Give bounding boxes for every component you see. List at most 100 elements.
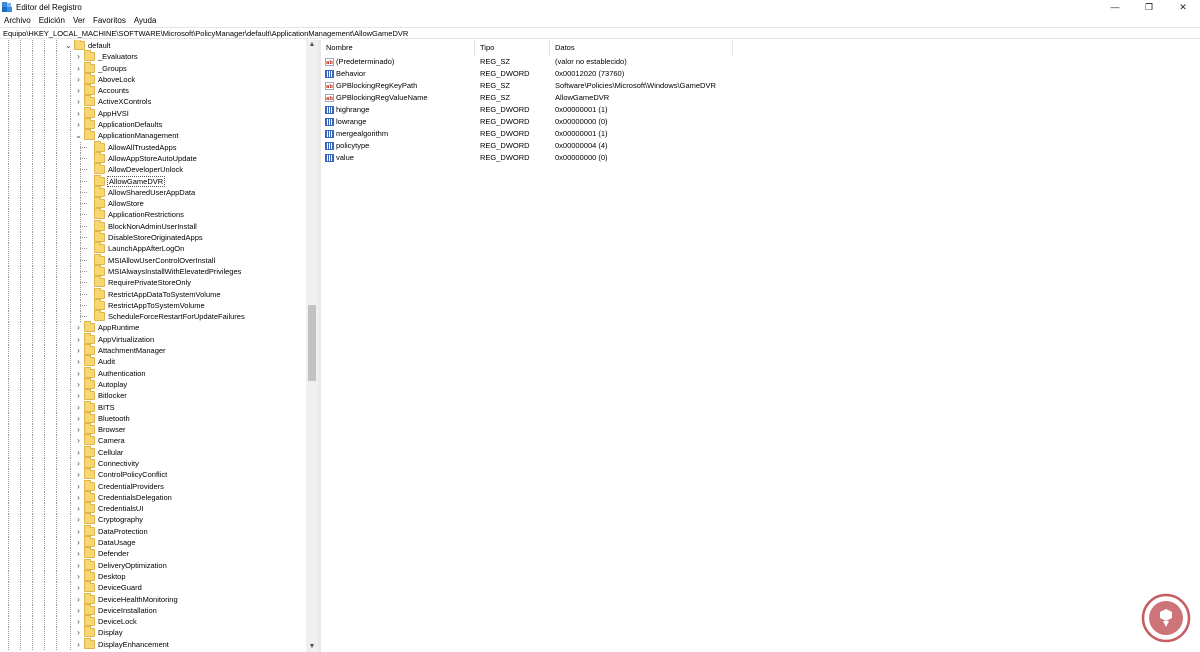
- tree-item[interactable]: AllowSharedUserAppData: [0, 185, 306, 199]
- tree-item-label[interactable]: ActiveXControls: [97, 96, 152, 107]
- tree-item[interactable]: › CredentialProviders: [0, 479, 306, 492]
- tree-item-label[interactable]: AppHVSI: [97, 108, 130, 119]
- tree-item[interactable]: ⌄ ApplicationManagement: [0, 129, 306, 142]
- tree-item[interactable]: AllowAllTrustedApps: [0, 140, 306, 153]
- chevron-right-icon[interactable]: ›: [74, 86, 83, 95]
- tree-item[interactable]: ⌄ default: [0, 40, 306, 52]
- value-name[interactable]: (Predeterminado): [336, 56, 394, 68]
- chevron-right-icon[interactable]: ›: [74, 75, 83, 84]
- tree-item[interactable]: › Display: [0, 626, 306, 639]
- chevron-right-icon[interactable]: ›: [74, 436, 83, 445]
- tree-item-label[interactable]: ApplicationManagement: [97, 130, 179, 141]
- tree-item[interactable]: › Connectivity: [0, 456, 306, 470]
- tree-item-label[interactable]: AppVirtualization: [97, 334, 155, 345]
- chevron-right-icon[interactable]: ›: [74, 425, 83, 434]
- tree-item-label[interactable]: Bitlocker: [97, 390, 128, 401]
- tree-item[interactable]: › AboveLock: [0, 72, 306, 86]
- tree-item[interactable]: AllowStore: [0, 197, 306, 210]
- tree-item[interactable]: MSIAllowUserControlOverInstall: [0, 253, 306, 266]
- tree-item[interactable]: › Autoplay: [0, 377, 306, 391]
- chevron-right-icon[interactable]: ›: [74, 482, 83, 491]
- tree-item[interactable]: RestrictAppToSystemVolume: [0, 298, 306, 312]
- menu-edicion[interactable]: Edición: [35, 16, 69, 25]
- tree-item-label[interactable]: Connectivity: [97, 458, 140, 469]
- tree-scrollbar[interactable]: ▲ ▼: [306, 40, 318, 652]
- value-name[interactable]: GPBlockingRegValueName: [336, 92, 428, 104]
- tree-item[interactable]: › CredentialsDelegation: [0, 490, 306, 504]
- chevron-right-icon[interactable]: ›: [74, 109, 83, 118]
- tree-item-label[interactable]: DisableStoreOriginatedApps: [107, 232, 204, 243]
- tree-item-label[interactable]: CredentialsDelegation: [97, 492, 173, 503]
- chevron-right-icon[interactable]: ›: [74, 403, 83, 412]
- menu-ver[interactable]: Ver: [69, 16, 89, 25]
- tree-item[interactable]: › Bluetooth: [0, 411, 306, 425]
- chevron-right-icon[interactable]: ›: [74, 538, 83, 547]
- chevron-right-icon[interactable]: ›: [74, 97, 83, 106]
- tree-item[interactable]: › Bitlocker: [0, 389, 306, 402]
- minimize-button[interactable]: —: [1098, 0, 1132, 14]
- chevron-right-icon[interactable]: ›: [74, 369, 83, 378]
- chevron-right-icon[interactable]: ›: [74, 414, 83, 423]
- menu-archivo[interactable]: Archivo: [0, 16, 35, 25]
- tree-item-label[interactable]: AppRuntime: [97, 322, 140, 333]
- tree-item-label[interactable]: _Evaluators: [97, 51, 139, 62]
- chevron-down-icon[interactable]: ⌄: [64, 41, 73, 50]
- menu-favoritos[interactable]: Favoritos: [89, 16, 130, 25]
- chevron-right-icon[interactable]: ›: [74, 335, 83, 344]
- tree-item[interactable]: › Audit: [0, 355, 306, 368]
- value-row[interactable]: Behavior REG_DWORD 0x00012020 (73760): [321, 68, 1200, 80]
- column-header-data[interactable]: Datos: [550, 40, 733, 56]
- tree-item-label[interactable]: ApplicationDefaults: [97, 119, 163, 130]
- maximize-button[interactable]: ❐: [1132, 0, 1166, 14]
- tree-item-label[interactable]: Display: [97, 627, 124, 638]
- tree-item[interactable]: › Browser: [0, 423, 306, 436]
- tree-item-label[interactable]: AllowAllTrustedApps: [107, 142, 178, 153]
- value-name[interactable]: GPBlockingRegKeyPath: [336, 80, 417, 92]
- value-row[interactable]: highrange REG_DWORD 0x00000001 (1): [321, 104, 1200, 116]
- value-row[interactable]: ab (Predeterminado) REG_SZ (valor no establ…: [321, 56, 1200, 68]
- tree-item-label[interactable]: DisplayEnhancement: [97, 639, 170, 650]
- value-row[interactable]: ab GPBlockingRegValueName REG_SZ AllowGameD…: [321, 92, 1200, 104]
- tree-item[interactable]: › DeliveryOptimization: [0, 558, 306, 571]
- tree-item-label[interactable]: Cryptography: [97, 514, 144, 525]
- tree-item[interactable]: › DataProtection: [0, 524, 306, 538]
- tree-item[interactable]: › DataUsage: [0, 536, 306, 549]
- chevron-right-icon[interactable]: ›: [74, 448, 83, 457]
- chevron-right-icon[interactable]: ›: [74, 595, 83, 604]
- tree-item[interactable]: › _Groups: [0, 61, 306, 74]
- value-row[interactable]: value REG_DWORD 0x00000000 (0): [321, 152, 1200, 164]
- tree-item-label[interactable]: BITS: [97, 402, 116, 413]
- tree-item[interactable]: › Authentication: [0, 366, 306, 379]
- tree-item-label[interactable]: ApplicationRestrictions: [107, 209, 185, 220]
- chevron-right-icon[interactable]: ›: [74, 493, 83, 502]
- tree-item-label[interactable]: LaunchAppAfterLogOn: [107, 243, 185, 254]
- tree-item[interactable]: BlockNonAdminUserInstall: [0, 219, 306, 233]
- chevron-right-icon[interactable]: ›: [74, 380, 83, 389]
- tree-item[interactable]: › Desktop: [0, 569, 306, 583]
- menu-ayuda[interactable]: Ayuda: [130, 16, 161, 25]
- tree-item-label[interactable]: Bluetooth: [97, 413, 131, 424]
- chevron-right-icon[interactable]: ›: [74, 52, 83, 61]
- tree-item[interactable]: › _Evaluators: [0, 50, 306, 63]
- tree-item-label[interactable]: Desktop: [97, 571, 127, 582]
- tree-item[interactable]: AllowAppStoreAutoUpdate: [0, 151, 306, 165]
- tree-item[interactable]: › AppRuntime: [0, 321, 306, 334]
- chevron-right-icon[interactable]: ›: [74, 549, 83, 558]
- chevron-right-icon[interactable]: ›: [74, 391, 83, 400]
- tree-item[interactable]: › ApplicationDefaults: [0, 118, 306, 131]
- tree-item-label[interactable]: Autoplay: [97, 379, 128, 390]
- tree-item-label[interactable]: _Groups: [97, 63, 128, 74]
- chevron-right-icon[interactable]: ›: [74, 628, 83, 637]
- chevron-right-icon[interactable]: ›: [74, 346, 83, 355]
- tree-item-label[interactable]: AboveLock: [97, 74, 136, 85]
- chevron-right-icon[interactable]: ›: [74, 572, 83, 581]
- column-header-name[interactable]: Nombre: [321, 40, 475, 56]
- tree-item[interactable]: › AppVirtualization: [0, 332, 306, 346]
- tree-item-label[interactable]: Browser: [97, 424, 127, 435]
- chevron-right-icon[interactable]: ›: [74, 527, 83, 536]
- tree-item[interactable]: ApplicationRestrictions: [0, 208, 306, 221]
- scroll-down-icon[interactable]: ▼: [306, 642, 318, 652]
- tree-item[interactable]: › AttachmentManager: [0, 344, 306, 357]
- tree-item[interactable]: › BITS: [0, 400, 306, 413]
- tree-item-label[interactable]: DeviceLock: [97, 616, 138, 627]
